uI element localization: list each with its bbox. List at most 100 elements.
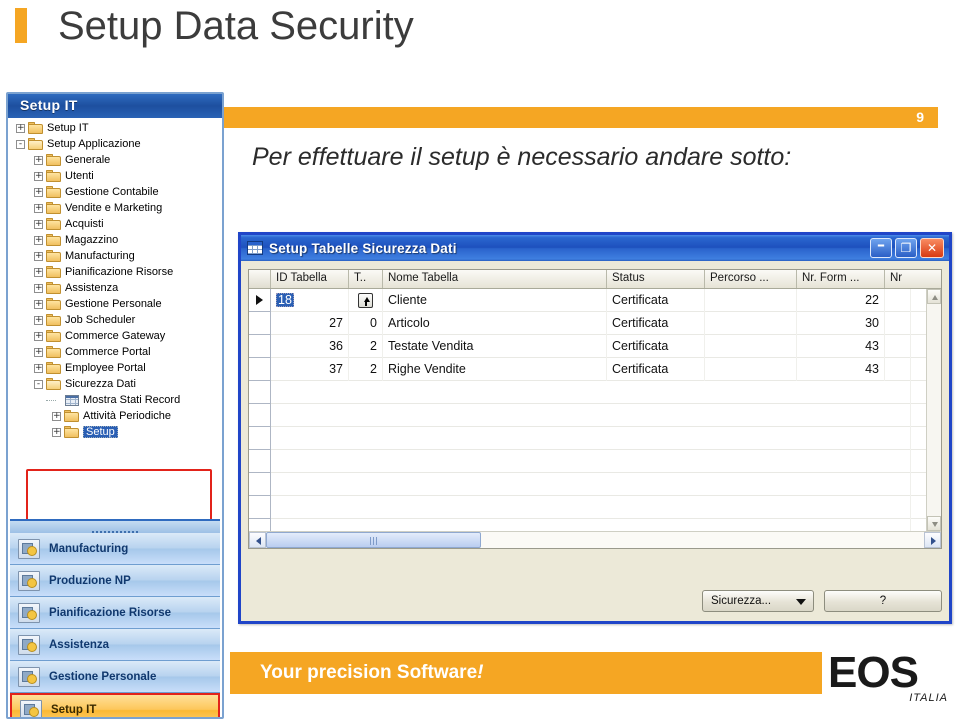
cell-nr[interactable] [885,357,911,381]
scroll-left-button[interactable] [249,532,266,548]
expand-icon[interactable]: + [34,203,43,213]
table-row[interactable]: 36 2 Testate Vendita Certificata 43 [249,334,941,358]
cell-status[interactable]: Certificata [607,357,705,381]
expand-icon[interactable]: + [34,363,43,373]
expand-icon[interactable]: + [34,347,43,357]
cell-nome-tabella[interactable]: Righe Vendite [383,357,607,381]
expand-icon[interactable]: + [34,219,43,229]
cell-t[interactable]: 0 [349,311,383,335]
expand-icon[interactable]: + [34,283,43,293]
tree-item[interactable]: + Magazzino [10,232,220,248]
expand-icon[interactable]: + [34,267,43,277]
nav-button[interactable]: Produzione NP [10,565,220,597]
expand-icon[interactable]: + [34,155,43,165]
tree-item[interactable]: + Vendite e Marketing [10,200,220,216]
table-row-empty[interactable] [249,380,941,404]
data-grid[interactable]: ID Tabella T.. Nome Tabella Status Perco… [248,269,942,549]
expand-icon[interactable]: + [34,315,43,325]
cell-status[interactable]: Certificata [607,289,705,312]
column-header-status[interactable]: Status [607,270,705,288]
column-header-nr[interactable]: Nr [885,270,911,288]
tree-item[interactable]: + Setup IT [10,120,220,136]
row-selector[interactable] [249,426,271,450]
tree-item[interactable]: + Gestione Personale [10,296,220,312]
tree-item[interactable]: + Utenti [10,168,220,184]
nav-button[interactable]: Manufacturing [10,533,220,565]
expand-icon[interactable]: + [34,251,43,261]
column-header-t[interactable]: T.. [349,270,383,288]
cell-status[interactable]: Certificata [607,334,705,358]
tree-item[interactable]: + Pianificazione Risorse [10,264,220,280]
row-selector[interactable] [249,449,271,473]
cell-nr-form[interactable]: 43 [797,334,885,358]
tree-item[interactable]: - Setup Applicazione [10,136,220,152]
cell-nr-form[interactable]: 30 [797,311,885,335]
tree-item[interactable]: Mostra Stati Record [10,392,220,408]
table-row[interactable]: 37 2 Righe Vendite Certificata 43 [249,357,941,381]
cell-empty[interactable] [271,380,911,404]
tree-item[interactable]: + Setup [10,424,220,440]
cell-t[interactable]: 2 [349,334,383,358]
column-header-percorso[interactable]: Percorso ... [705,270,797,288]
row-selector[interactable] [249,334,271,358]
column-header-id-tabella[interactable]: ID Tabella [271,270,349,288]
column-header-nome-tabella[interactable]: Nome Tabella [383,270,607,288]
row-selector[interactable] [249,380,271,404]
table-row[interactable]: 18 Cliente Certificata 22 [249,289,941,312]
row-selector[interactable] [249,357,271,381]
column-header-nr-form[interactable]: Nr. Form ... [797,270,885,288]
horizontal-scrollbar[interactable] [249,531,941,548]
hscroll-thumb[interactable] [266,532,481,548]
nav-button[interactable]: Pianificazione Risorse [10,597,220,629]
tree-item[interactable]: + Attività Periodiche [10,408,220,424]
cell-t[interactable]: 2 [349,357,383,381]
cell-nr-form[interactable]: 22 [797,289,885,312]
cell-nr[interactable] [885,334,911,358]
security-dropdown-button[interactable]: Sicurezza... [702,590,814,612]
tree-item[interactable]: + Manufacturing [10,248,220,264]
tree-item[interactable]: + Generale [10,152,220,168]
cell-nr[interactable] [885,311,911,335]
scroll-up-button[interactable] [927,289,941,304]
nav-button[interactable]: Setup IT [10,693,220,717]
expand-icon[interactable]: + [16,123,25,133]
cell-percorso[interactable] [705,334,797,358]
row-selector[interactable] [249,311,271,335]
cell-id-tabella[interactable]: 27 [271,311,349,335]
expand-icon[interactable]: + [52,411,61,421]
cell-empty[interactable] [271,495,911,519]
cell-nome-tabella[interactable]: Cliente [383,289,607,312]
lookup-button-icon[interactable] [358,292,373,308]
navigation-tree[interactable]: + Setup IT - Setup Applicazione + Generale + Ut… [10,120,220,515]
nav-button[interactable]: Gestione Personale [10,661,220,693]
row-selector[interactable] [249,403,271,427]
cell-status[interactable]: Certificata [607,311,705,335]
expand-icon[interactable]: + [34,331,43,341]
cell-id-tabella[interactable]: 36 [271,334,349,358]
expand-icon[interactable]: + [34,299,43,309]
vertical-scrollbar[interactable] [926,289,941,531]
cell-empty[interactable] [271,472,911,496]
cell-id-tabella[interactable]: 37 [271,357,349,381]
cell-id-tabella[interactable]: 18 [271,289,349,312]
cell-empty[interactable] [271,449,911,473]
expand-icon[interactable]: + [52,427,61,437]
cell-nome-tabella[interactable]: Articolo [383,311,607,335]
table-row-empty[interactable] [249,518,941,531]
table-row-empty[interactable] [249,403,941,427]
cell-t[interactable] [349,289,383,312]
close-button[interactable]: ✕ [920,238,944,258]
cell-empty[interactable] [271,518,911,531]
minimize-button[interactable]: – [870,237,892,258]
cell-percorso[interactable] [705,289,797,312]
tree-item[interactable]: + Commerce Gateway [10,328,220,344]
tree-item[interactable]: + Acquisti [10,216,220,232]
nav-button[interactable]: Assistenza [10,629,220,661]
cell-nr[interactable] [885,289,911,312]
expand-icon[interactable]: + [34,235,43,245]
hscroll-track[interactable] [266,532,924,548]
tree-item[interactable]: + Assistenza [10,280,220,296]
cell-nr-form[interactable]: 43 [797,357,885,381]
table-row-empty[interactable] [249,449,941,473]
scroll-right-button[interactable] [924,532,941,548]
